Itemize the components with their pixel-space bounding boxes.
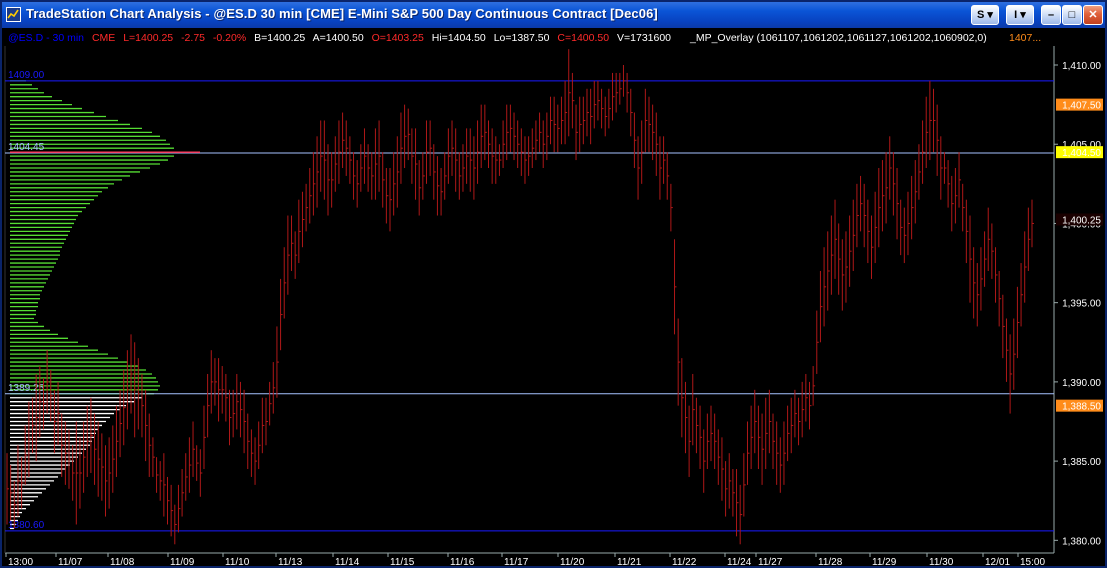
- volume: V=1731600: [617, 32, 672, 44]
- time-axis-label: 11/28: [818, 557, 843, 568]
- time-axis-label: 11/20: [560, 557, 585, 568]
- symbol-link-label: S: [977, 9, 985, 21]
- price-chart[interactable]: 1409.00 1404.45 1389.25 1380.60 1,410.00 1,40…: [2, 28, 1105, 568]
- time-axis-label: 11/24: [727, 557, 752, 568]
- price-axis-label: 1,390.00: [1062, 378, 1101, 389]
- profile-upper-histogram: [10, 80, 178, 395]
- last-price: L=1400.25: [123, 32, 174, 44]
- time-axis-label: 15:00: [1020, 557, 1045, 568]
- indicator-value: 1407...: [1009, 32, 1042, 44]
- time-axis-label: 11/13: [278, 557, 303, 568]
- close-button[interactable]: ✕: [1083, 5, 1103, 25]
- price-flag-label: 1,400.25: [1062, 215, 1101, 226]
- time-axis-label: 11/10: [225, 557, 250, 568]
- time-axis-label: 11/29: [872, 557, 897, 568]
- time-axis-label: 11/15: [390, 557, 415, 568]
- chart-canvas[interactable]: 1409.00 1404.45 1389.25 1380.60 1,410.00 1,40…: [2, 28, 1105, 568]
- time-axis-label: 11/14: [335, 557, 360, 568]
- time-axis-label: 11/07: [58, 557, 83, 568]
- time-axis-label: 12/01: [985, 557, 1010, 568]
- time-axis-label: 11/08: [110, 557, 135, 568]
- level-label: 1389.25: [8, 383, 45, 394]
- level-label: 1409.00: [8, 70, 45, 81]
- ask-price: A=1400.50: [312, 32, 364, 44]
- symbol-label: @ES.D - 30 min: [8, 32, 85, 44]
- price-bars: [6, 49, 1034, 545]
- price-axis-label: 1,395.00: [1062, 299, 1101, 310]
- symbol-link-button[interactable]: S ▾: [971, 5, 999, 25]
- interval-link-button[interactable]: I ▾: [1006, 5, 1034, 25]
- time-axis-label: 11/30: [929, 557, 954, 568]
- interval-link-label: I: [1014, 9, 1018, 21]
- time-axis-label: 11/09: [170, 557, 195, 568]
- exchange-label: CME: [91, 32, 116, 44]
- minimize-button[interactable]: –: [1041, 5, 1061, 25]
- title-bar[interactable]: TradeStation Chart Analysis - @ES.D 30 m…: [2, 2, 1105, 28]
- time-axis-label: 11/16: [450, 557, 475, 568]
- low-price: Lo=1387.50: [493, 32, 550, 44]
- tradestation-app-icon: [6, 7, 21, 22]
- price-axis-label: 1,380.00: [1062, 536, 1101, 547]
- price-flag-label: 1,404.50: [1062, 148, 1101, 159]
- time-axis-label: 11/22: [672, 557, 697, 568]
- net-change: -2.75: [181, 32, 205, 44]
- time-axis-label: 11/27: [758, 557, 783, 568]
- window-title: TradeStation Chart Analysis - @ES.D 30 m…: [26, 6, 658, 21]
- time-axis-label: 13:00: [8, 557, 33, 568]
- close-price: C=1400.50: [557, 32, 610, 44]
- minimize-icon: –: [1047, 9, 1055, 21]
- level-label: 1380.60: [8, 520, 45, 531]
- open-price: O=1403.25: [371, 32, 424, 44]
- net-change-percent: -0.20%: [212, 32, 247, 44]
- chart-window: TradeStation Chart Analysis - @ES.D 30 m…: [0, 0, 1107, 568]
- high-price: Hi=1404.50: [431, 32, 486, 44]
- indicator-label[interactable]: _MP_Overlay (1061107,1061202,1061127,106…: [690, 32, 987, 44]
- time-axis-label: 11/21: [617, 557, 642, 568]
- price-flag-label: 1,407.50: [1062, 101, 1101, 112]
- price-axis-label: 1,385.00: [1062, 457, 1101, 468]
- close-icon: ✕: [1088, 9, 1098, 21]
- price-axis-label: 1,410.00: [1062, 61, 1101, 72]
- time-axis-label: 11/17: [504, 557, 529, 568]
- level-label: 1404.45: [8, 142, 45, 153]
- maximize-button[interactable]: □: [1062, 5, 1082, 25]
- bid-price: B=1400.25: [254, 32, 306, 44]
- price-flag-label: 1,388.50: [1062, 402, 1101, 413]
- maximize-icon: □: [1068, 9, 1076, 21]
